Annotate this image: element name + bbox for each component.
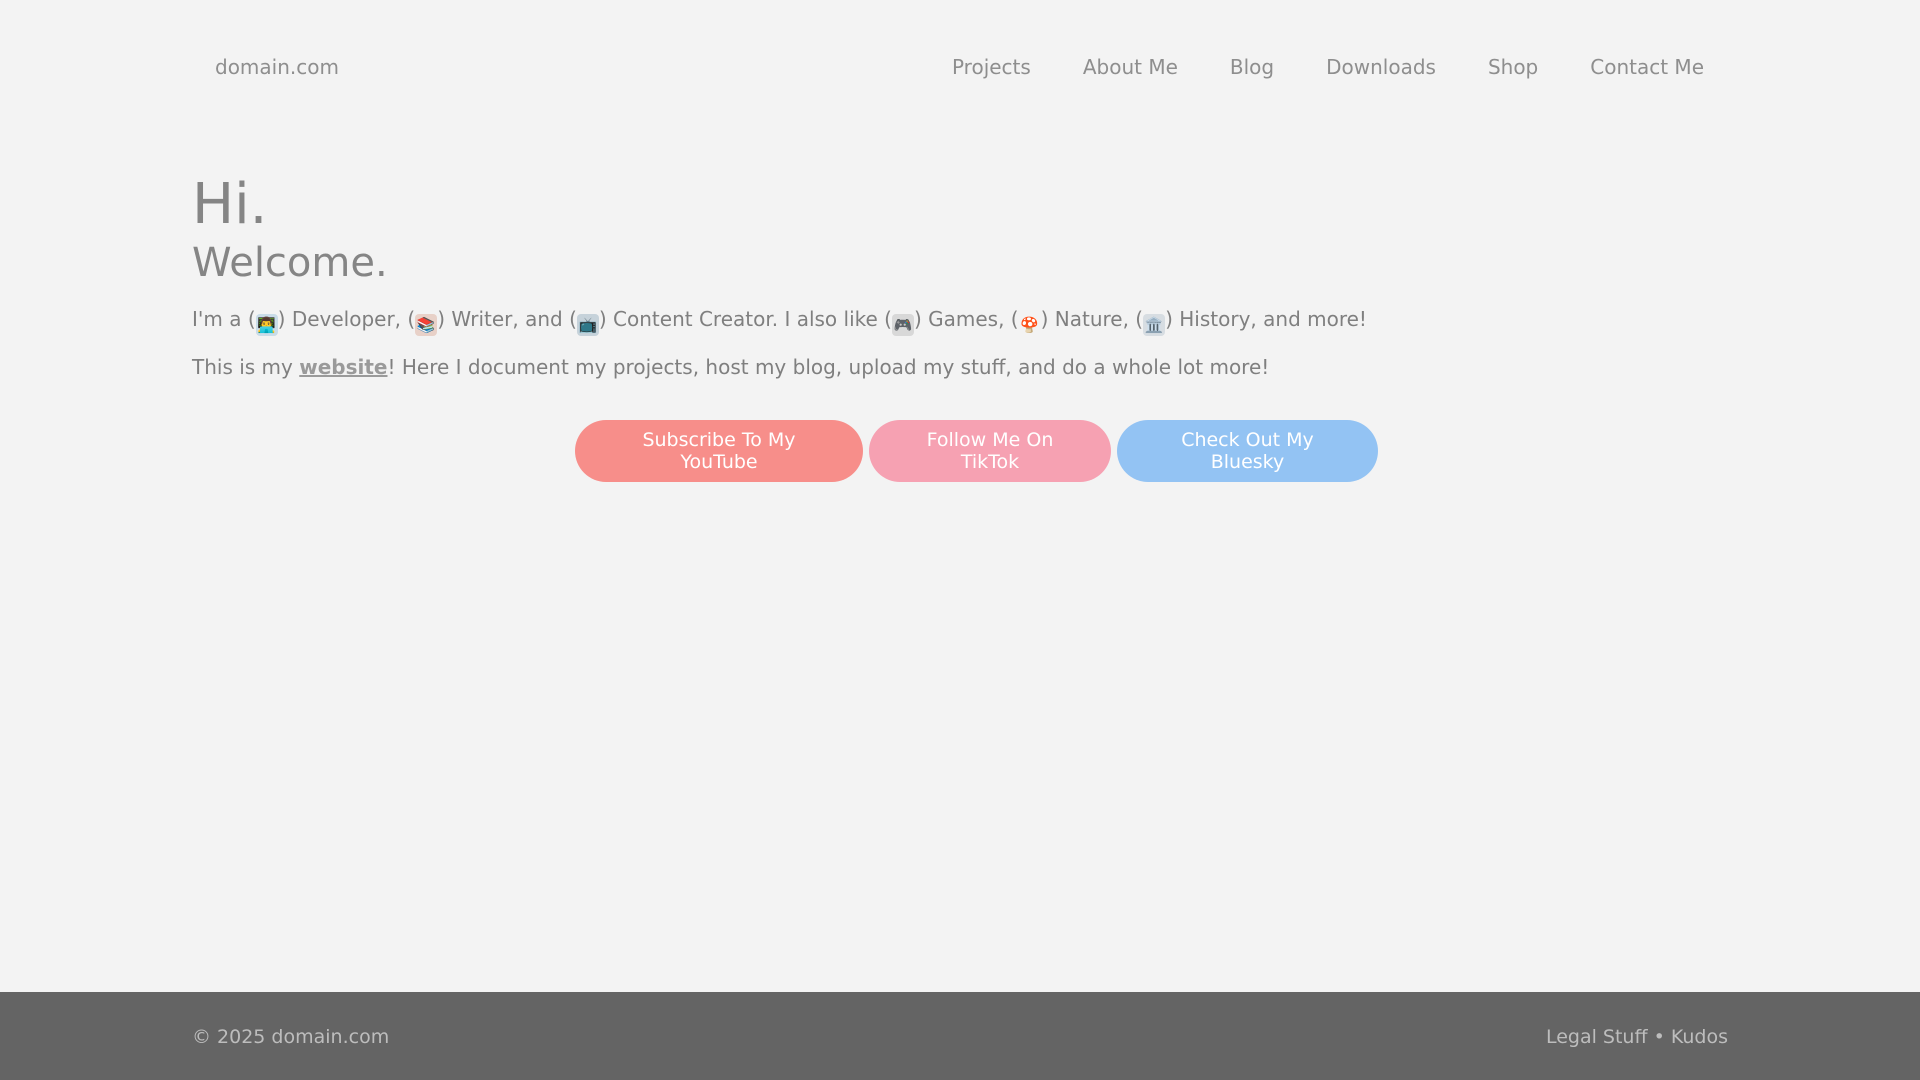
intro-developer: ) Developer, (: [277, 307, 416, 331]
nav-about-me[interactable]: About Me: [1083, 55, 1178, 79]
nav-shop[interactable]: Shop: [1488, 55, 1538, 79]
desc-suffix: ! Here I document my projects, host my b…: [387, 355, 1270, 379]
page: domain.com Projects About Me Blog Downlo…: [0, 0, 1920, 1080]
nav-contact-me[interactable]: Contact Me: [1590, 55, 1704, 79]
developer-icon: 👨‍💻: [255, 314, 278, 336]
social-buttons: Subscribe To My YouTube Follow Me On Tik…: [0, 420, 1920, 482]
footer-separator: •: [1647, 1026, 1671, 1048]
main-content: Hi. Welcome. I'm a (👨‍💻) Developer, (📚) …: [192, 170, 1728, 380]
intro-writer: ) Writer, and (: [437, 307, 577, 331]
main-nav: Projects About Me Blog Downloads Shop Co…: [952, 55, 1704, 79]
greeting-heading: Hi.: [192, 172, 268, 237]
intro-history: ) History, and more!: [1165, 307, 1367, 331]
kudos-link[interactable]: Kudos: [1671, 1026, 1728, 1048]
intro-games: ) Games, (: [913, 307, 1019, 331]
intro-text: I'm a (👨‍💻) Developer, (📚) Writer, and (…: [192, 306, 1728, 336]
copyright-text: © 2025 domain.com: [192, 1026, 390, 1048]
mushroom-icon: 🍄: [1020, 316, 1039, 334]
nav-projects[interactable]: Projects: [952, 55, 1031, 79]
legal-stuff-link[interactable]: Legal Stuff: [1546, 1026, 1648, 1048]
intro-nature: ) Nature, (: [1040, 307, 1144, 331]
footer-links: Legal Stuff • Kudos: [1546, 1026, 1728, 1048]
intro-creator: ) Content Creator. I also like (: [598, 307, 892, 331]
books-icon: 📚: [415, 314, 438, 336]
welcome-heading: Welcome.: [192, 240, 388, 286]
site-header: domain.com Projects About Me Blog Downlo…: [0, 0, 1920, 136]
television-icon: 📺: [576, 314, 599, 336]
nav-downloads[interactable]: Downloads: [1326, 55, 1436, 79]
tiktok-follow-button[interactable]: Follow Me On TikTok: [869, 420, 1111, 482]
intro-prefix: I'm a (: [192, 307, 256, 331]
youtube-subscribe-button[interactable]: Subscribe To My YouTube: [575, 420, 863, 482]
website-link[interactable]: website: [299, 355, 387, 379]
nav-blog[interactable]: Blog: [1230, 55, 1274, 79]
classical-building-icon: 🏛️: [1143, 314, 1166, 336]
description-text: This is my website! Here I document my p…: [192, 354, 1728, 380]
desc-prefix: This is my: [192, 355, 300, 379]
brand-link[interactable]: domain.com: [215, 55, 339, 79]
site-footer: © 2025 domain.com Legal Stuff • Kudos: [0, 992, 1920, 1080]
game-controller-icon: 🎮: [891, 314, 914, 336]
bluesky-button[interactable]: Check Out My Bluesky: [1117, 420, 1378, 482]
